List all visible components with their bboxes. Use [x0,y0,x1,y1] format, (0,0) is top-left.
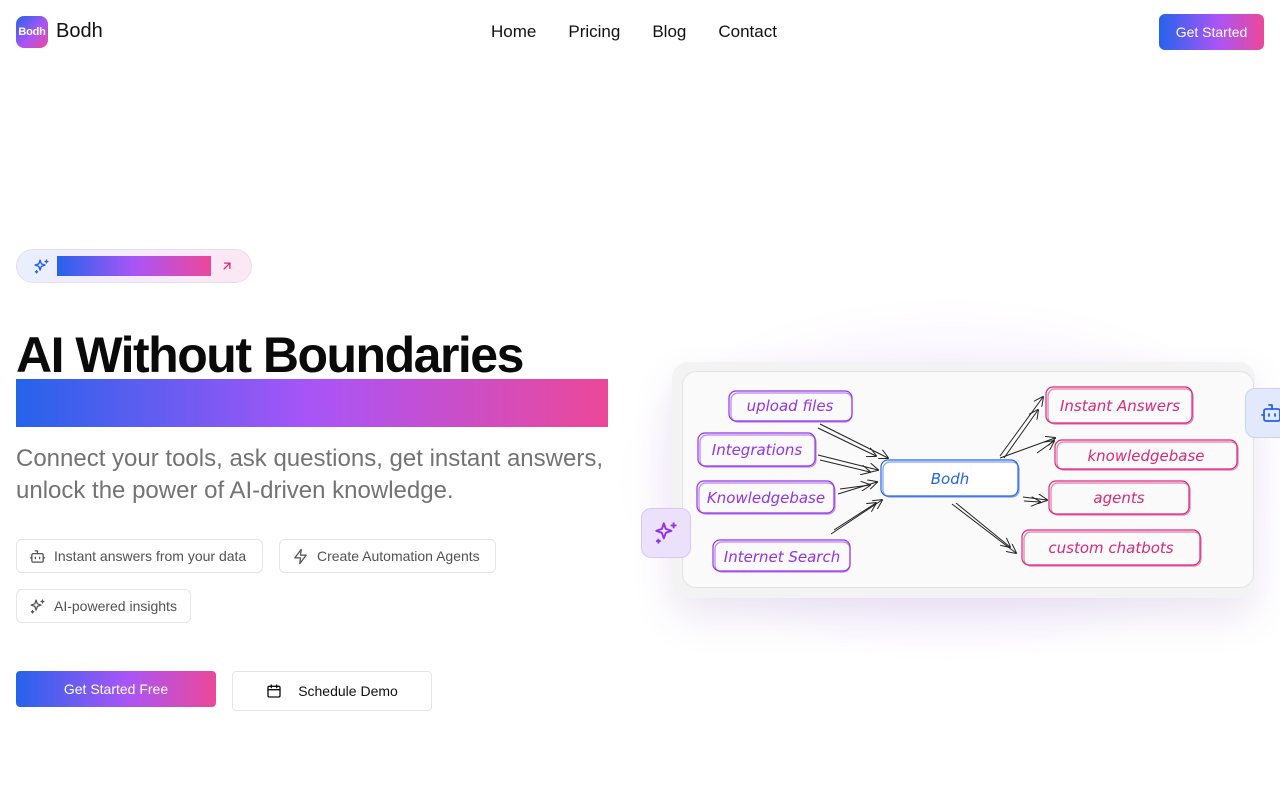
nav-link-blog[interactable]: Blog [652,22,686,42]
get-started-button[interactable]: Get Started [1159,14,1264,50]
zap-icon [294,548,307,564]
diagram-card [682,371,1254,588]
feature-chip-label: Create Automation Agents [317,548,480,564]
nav-link-contact[interactable]: Contact [718,22,777,42]
bot-icon [1261,404,1280,422]
hero-title: AI Without Boundaries [16,327,524,383]
logo[interactable]: Bodh [16,16,48,48]
arrow-up-right-icon [223,262,231,270]
sparkles-icon [34,259,49,274]
feature-chip-label: AI-powered insights [54,598,177,614]
floating-bot-tile [1245,388,1280,438]
sparkles-icon [30,598,45,614]
get-started-free-button[interactable]: Get Started Free [16,671,216,707]
hero-title-highlight [16,379,608,427]
schedule-demo-label: Schedule Demo [298,683,398,699]
nav-link-pricing[interactable]: Pricing [568,22,620,42]
feature-chip-automation-agents: Create Automation Agents [279,539,496,573]
hero-subtitle: Connect your tools, ask questions, get i… [16,445,603,504]
floating-sparkles-tile [641,508,691,558]
feature-chip-label: Instant answers from your data [54,548,247,564]
sparkles-icon [655,522,677,544]
feature-chip-ai-insights: AI-powered insights [16,589,191,623]
feature-chip-instant-answers: Instant answers from your data [16,539,263,573]
nav-links: Home Pricing Blog Contact [491,22,777,42]
bot-icon [29,549,46,563]
top-nav: Bodh Bodh Home Pricing Blog Contact Get … [0,0,1280,64]
announcement-badge[interactable] [16,249,252,283]
badge-text-highlight [57,256,211,276]
nav-link-home[interactable]: Home [491,22,536,42]
calendar-icon [267,684,281,698]
schedule-demo-button[interactable]: Schedule Demo [232,671,432,711]
brand-name[interactable]: Bodh [56,20,103,43]
